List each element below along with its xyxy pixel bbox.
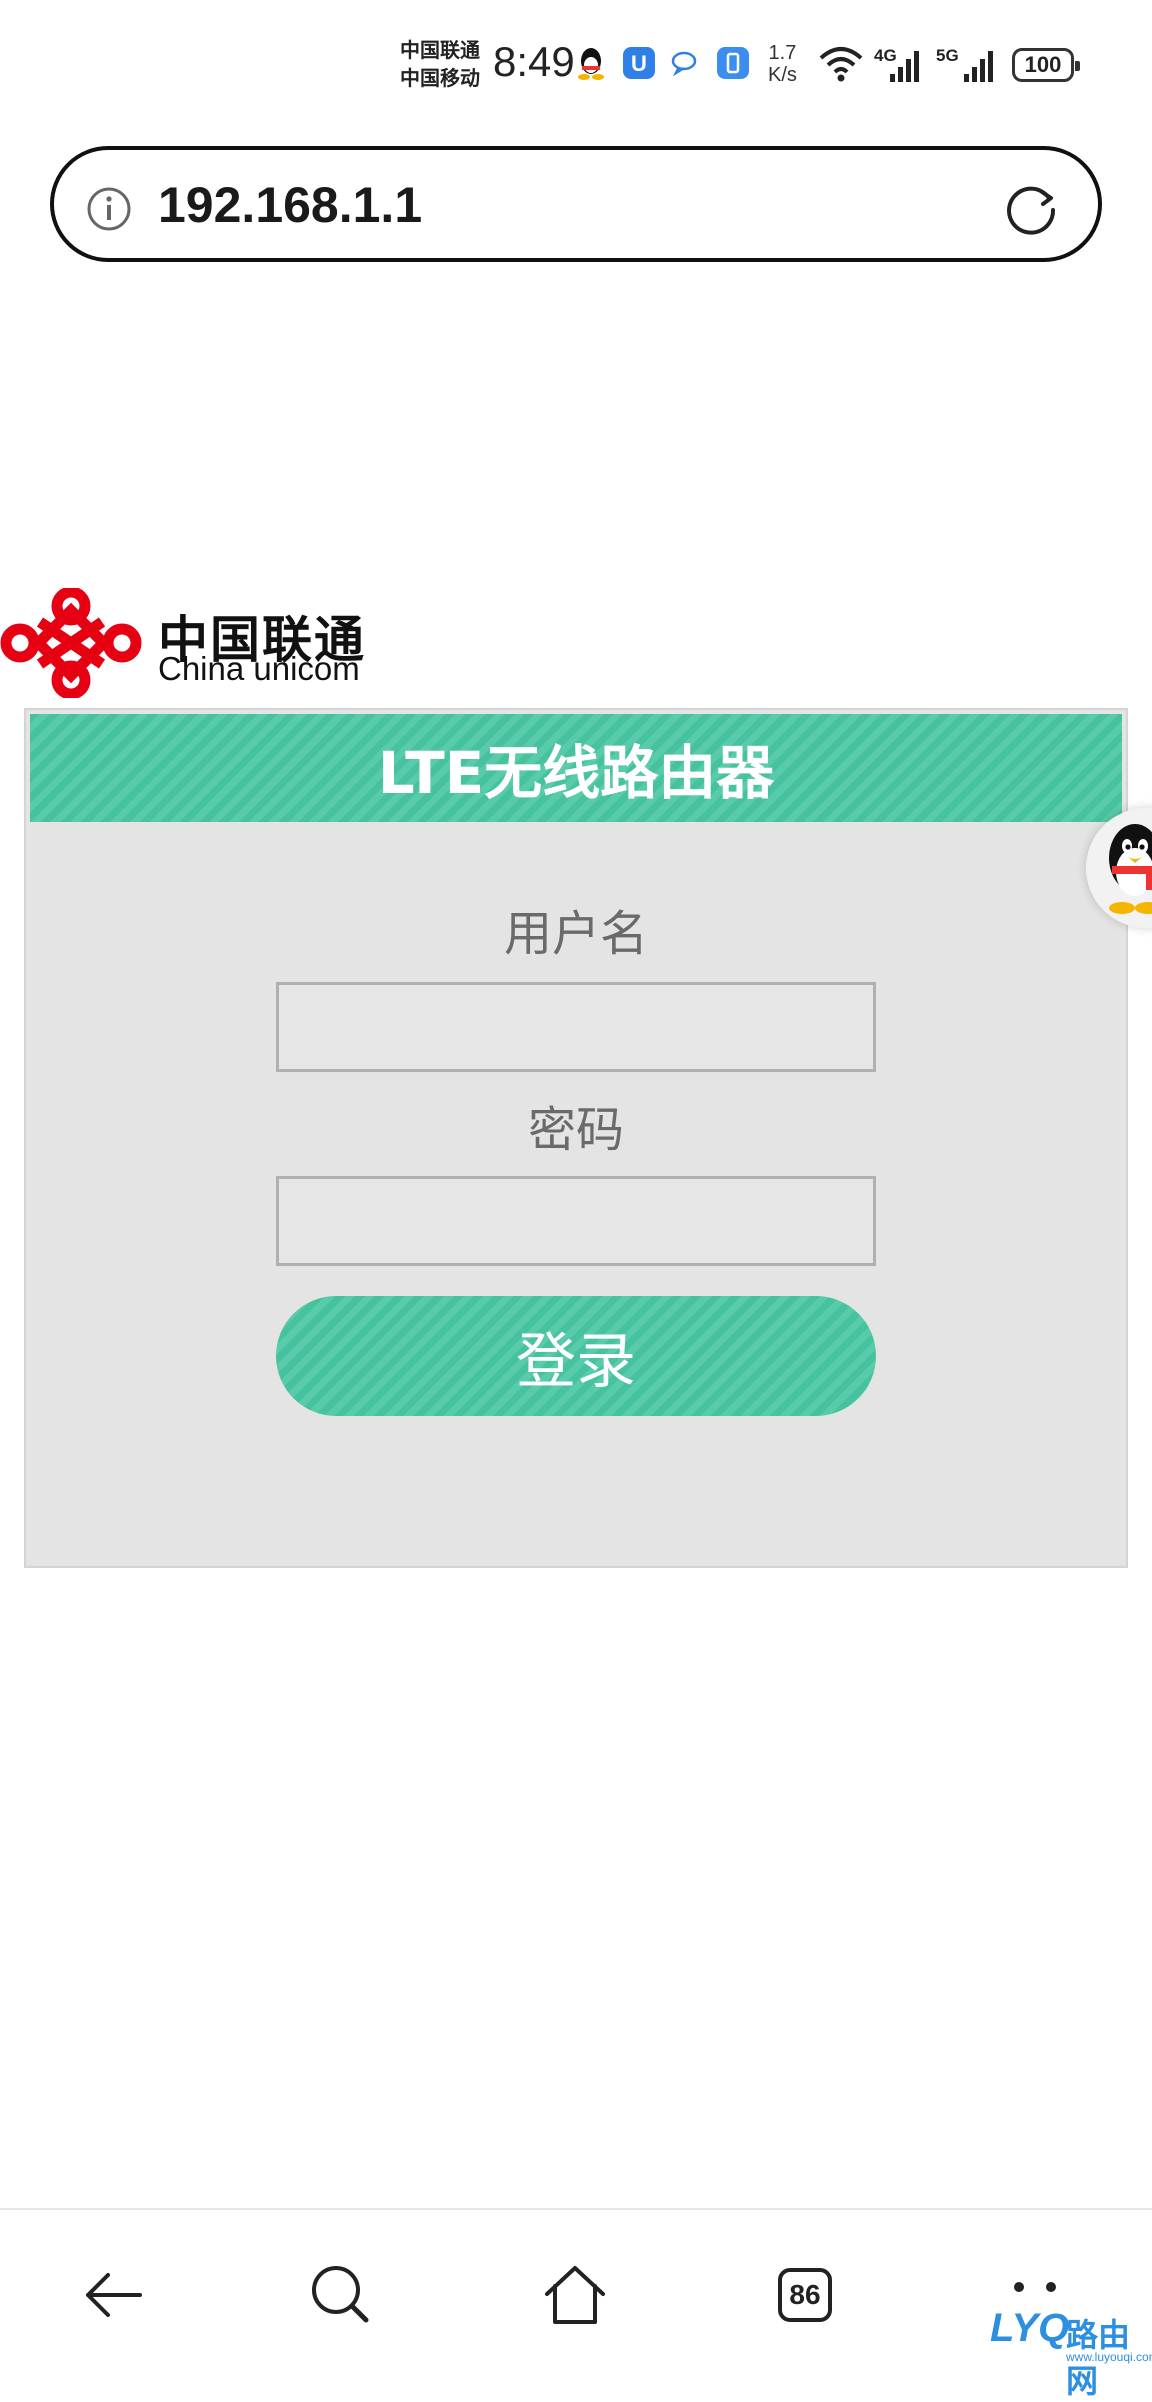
reload-icon[interactable]	[1002, 178, 1062, 238]
username-input[interactable]	[276, 982, 876, 1072]
back-icon	[86, 2273, 142, 2317]
panel-header: LTE无线路由器	[30, 714, 1122, 822]
home-button[interactable]	[540, 2260, 610, 2330]
speed-unit: K/s	[768, 64, 797, 86]
signal-icon-2	[964, 51, 993, 82]
carrier-names: 中国联通 中国移动	[400, 36, 480, 92]
signal-icon	[890, 51, 919, 82]
wifi-icon	[819, 47, 863, 82]
info-icon[interactable]	[86, 186, 132, 232]
router-title: LTE无线路由器	[377, 739, 775, 807]
bottom-navigation: 86	[0, 2208, 1152, 2378]
status-time: 8:49	[493, 38, 575, 85]
search-icon	[312, 2266, 369, 2323]
password-label: 密码	[527, 1102, 624, 1158]
unicom-knot-icon	[0, 586, 142, 700]
login-button[interactable]: 登录	[276, 1296, 876, 1416]
carrier-1: 中国联通	[400, 38, 480, 62]
svg-text:U: U	[631, 51, 647, 76]
logo-name-en: China unicom	[158, 650, 360, 687]
speed-value: 1.7	[768, 42, 797, 64]
password-input[interactable]	[276, 1176, 876, 1266]
watermark-site: www.luyouqi.com	[1066, 2350, 1152, 2364]
chat-bubble-icon	[671, 51, 697, 77]
login-panel: LTE无线路由器 用户名 密码 登录	[24, 708, 1128, 1568]
status-bar: 中国联通 中国移动 8:49 U 1.7 K/s 4G 5G 100	[0, 0, 1152, 130]
back-button[interactable]	[78, 2260, 148, 2330]
battery-indicator: 100	[1012, 48, 1080, 82]
tabs-button[interactable]: 86	[770, 2260, 840, 2330]
search-button[interactable]	[306, 2260, 376, 2330]
watermark: LYQ 路由网 www.luyouqi.com	[990, 2306, 1152, 2400]
home-icon	[545, 2266, 605, 2324]
china-unicom-logo: 中国联通 China unicom	[0, 586, 380, 700]
url-text[interactable]: 192.168.1.1	[158, 176, 422, 234]
carrier-2: 中国移动	[400, 66, 480, 90]
tabs-icon: 86	[778, 2268, 832, 2322]
network-speed: 1.7 K/s	[768, 42, 797, 86]
watermark-brand: LYQ	[990, 2306, 1070, 2350]
username-label: 用户名	[503, 906, 648, 962]
address-bar[interactable]: 192.168.1.1	[50, 146, 1102, 262]
u-app-icon: U	[623, 47, 655, 79]
battery-app-icon	[717, 47, 749, 79]
qq-penguin-icon	[1109, 824, 1152, 914]
qq-icon	[578, 48, 604, 80]
